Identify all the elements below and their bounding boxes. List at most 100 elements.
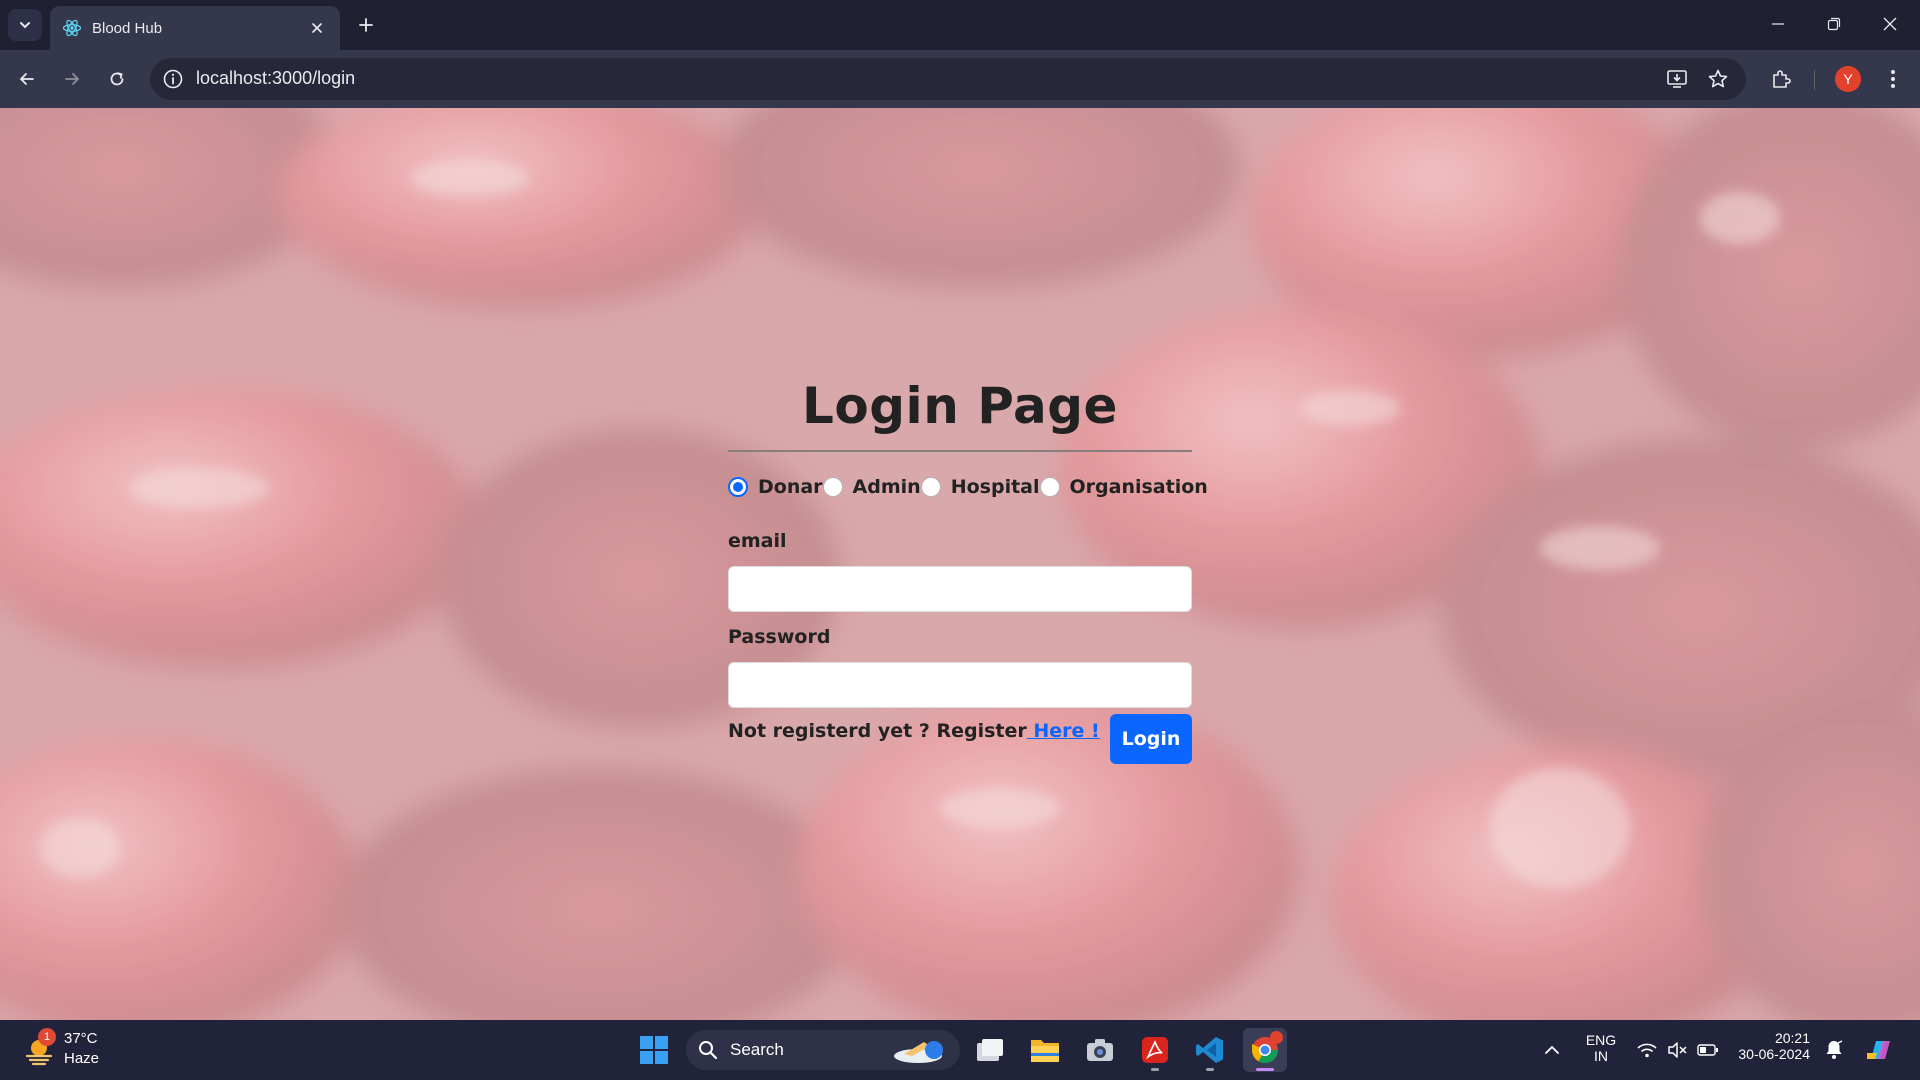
folder-icon: [1031, 1040, 1059, 1062]
plus-icon: [359, 18, 373, 32]
role-label: Admin: [852, 476, 921, 498]
copilot-button[interactable]: [1860, 1028, 1900, 1072]
reload-icon: [110, 72, 124, 86]
install-app-icon[interactable]: [1665, 67, 1689, 91]
page-viewport: Login Page Donar Admin Hospital Organisa…: [0, 108, 1920, 1020]
back-button[interactable]: [11, 63, 43, 95]
weather-condition: Haze: [64, 1050, 100, 1067]
tab-search-button[interactable]: [8, 9, 42, 41]
chevron-down-icon: [20, 22, 30, 29]
close-tab-icon[interactable]: [306, 17, 328, 39]
organisation-radio[interactable]: [1039, 477, 1060, 497]
windows-taskbar: 1 37°C Haze Search ENG IN 20:21 30-06-20…: [0, 1020, 1920, 1080]
email-field[interactable]: [728, 566, 1192, 612]
notifications-button[interactable]: [1816, 1028, 1852, 1072]
role-option-donar[interactable]: Donar: [728, 476, 823, 498]
chrome-profile-badge: [1270, 1031, 1283, 1044]
form-footer: Not registerd yet ? Register Here ! Logi…: [728, 714, 1192, 764]
wifi-icon: [1637, 1043, 1657, 1058]
profile-avatar[interactable]: Y: [1835, 66, 1861, 92]
minimize-icon: [1772, 23, 1784, 25]
language-indicator[interactable]: ENG IN: [1578, 1032, 1624, 1064]
register-prompt-text: Not registerd yet ? Register: [728, 720, 1027, 742]
taskbar-search[interactable]: Search: [686, 1030, 960, 1070]
bookmark-star-icon[interactable]: [1706, 67, 1730, 91]
new-tab-button[interactable]: [352, 11, 380, 39]
region-code: IN: [1594, 1048, 1608, 1064]
browser-titlebar: Blood Hub: [0, 0, 1920, 50]
weather-temperature: 37°C: [64, 1030, 98, 1047]
windows-logo-icon: [640, 1036, 668, 1064]
chrome-button[interactable]: [1243, 1028, 1287, 1072]
copilot-icon: [1867, 1041, 1890, 1059]
extensions-icon[interactable]: [1765, 63, 1797, 95]
volume-status[interactable]: [1662, 1028, 1692, 1072]
battery-icon: [1697, 1044, 1718, 1056]
page-title: Login Page: [802, 377, 1118, 435]
register-link[interactable]: Here !: [1027, 720, 1099, 742]
title-divider: [728, 450, 1192, 452]
arrow-left-icon: [20, 73, 34, 85]
clock[interactable]: 20:21 30-06-2024: [1734, 1030, 1810, 1062]
start-button[interactable]: [632, 1028, 676, 1072]
language-code: ENG: [1585, 1032, 1617, 1048]
minimize-button[interactable]: [1750, 0, 1806, 48]
url-text[interactable]: localhost:3000/login: [196, 68, 355, 89]
email-label: email: [728, 530, 787, 552]
chevron-up-icon: [1545, 1045, 1559, 1054]
password-field[interactable]: [728, 662, 1192, 708]
browser-toolbar: localhost:3000/login Y: [0, 50, 1920, 108]
clock-time: 20:21: [1774, 1030, 1810, 1046]
vscode-icon: [1196, 1037, 1223, 1063]
admin-radio[interactable]: [822, 477, 843, 497]
running-indicator: [1206, 1068, 1214, 1071]
role-label: Hospital: [950, 476, 1040, 498]
speaker-muted-icon: [1668, 1042, 1687, 1058]
react-logo-icon: [62, 18, 82, 38]
wifi-status[interactable]: [1632, 1028, 1662, 1072]
close-window-button[interactable]: [1862, 0, 1918, 48]
task-view-icon: [977, 1039, 1003, 1061]
password-label: Password: [728, 626, 831, 648]
role-radio-group: Donar Admin Hospital Organisation: [728, 474, 1208, 500]
camera-app-button[interactable]: [1078, 1028, 1122, 1072]
close-icon: [1883, 17, 1897, 31]
role-label: Donar: [758, 476, 823, 498]
pdf-reader-icon: [1142, 1037, 1168, 1063]
battery-status[interactable]: [1692, 1028, 1724, 1072]
camera-icon: [1087, 1039, 1113, 1061]
donar-radio[interactable]: [728, 477, 748, 497]
browser-menu-icon[interactable]: [1877, 63, 1909, 95]
browser-tab-active[interactable]: Blood Hub: [50, 6, 340, 50]
search-icon: [699, 1041, 718, 1060]
acrobat-reader-button[interactable]: [1133, 1028, 1177, 1072]
weather-alert-badge: 1: [38, 1028, 56, 1046]
role-option-organisation[interactable]: Organisation: [1039, 476, 1208, 498]
login-button[interactable]: Login: [1110, 714, 1192, 764]
file-explorer-button[interactable]: [1023, 1028, 1067, 1072]
restore-icon: [1827, 17, 1841, 31]
role-option-admin[interactable]: Admin: [822, 476, 921, 498]
vscode-button[interactable]: [1188, 1028, 1232, 1072]
search-highlight-icon: [894, 1041, 943, 1063]
weather-widget[interactable]: 1 37°C Haze: [22, 1028, 112, 1072]
reload-button[interactable]: [101, 63, 133, 95]
role-option-hospital[interactable]: Hospital: [920, 476, 1040, 498]
login-form: Login Page Donar Admin Hospital Organisa…: [728, 372, 1208, 764]
role-label: Organisation: [1069, 476, 1208, 498]
register-prompt: Not registerd yet ? Register Here !: [728, 720, 1100, 742]
running-indicator: [1151, 1068, 1159, 1071]
show-hidden-icons-button[interactable]: [1532, 1028, 1572, 1072]
active-indicator: [1256, 1068, 1274, 1071]
task-view-button[interactable]: [968, 1028, 1012, 1072]
hospital-radio[interactable]: [920, 477, 941, 497]
toolbar-separator: [1814, 70, 1815, 90]
address-bar[interactable]: localhost:3000/login: [150, 58, 1746, 100]
search-label: Search: [730, 1040, 784, 1059]
restore-button[interactable]: [1806, 0, 1862, 48]
arrow-right-icon: [65, 73, 79, 85]
clock-date: 30-06-2024: [1738, 1046, 1810, 1062]
forward-button[interactable]: [56, 63, 88, 95]
notification-bell-icon: [1826, 1040, 1843, 1059]
site-info-icon[interactable]: [162, 68, 184, 90]
